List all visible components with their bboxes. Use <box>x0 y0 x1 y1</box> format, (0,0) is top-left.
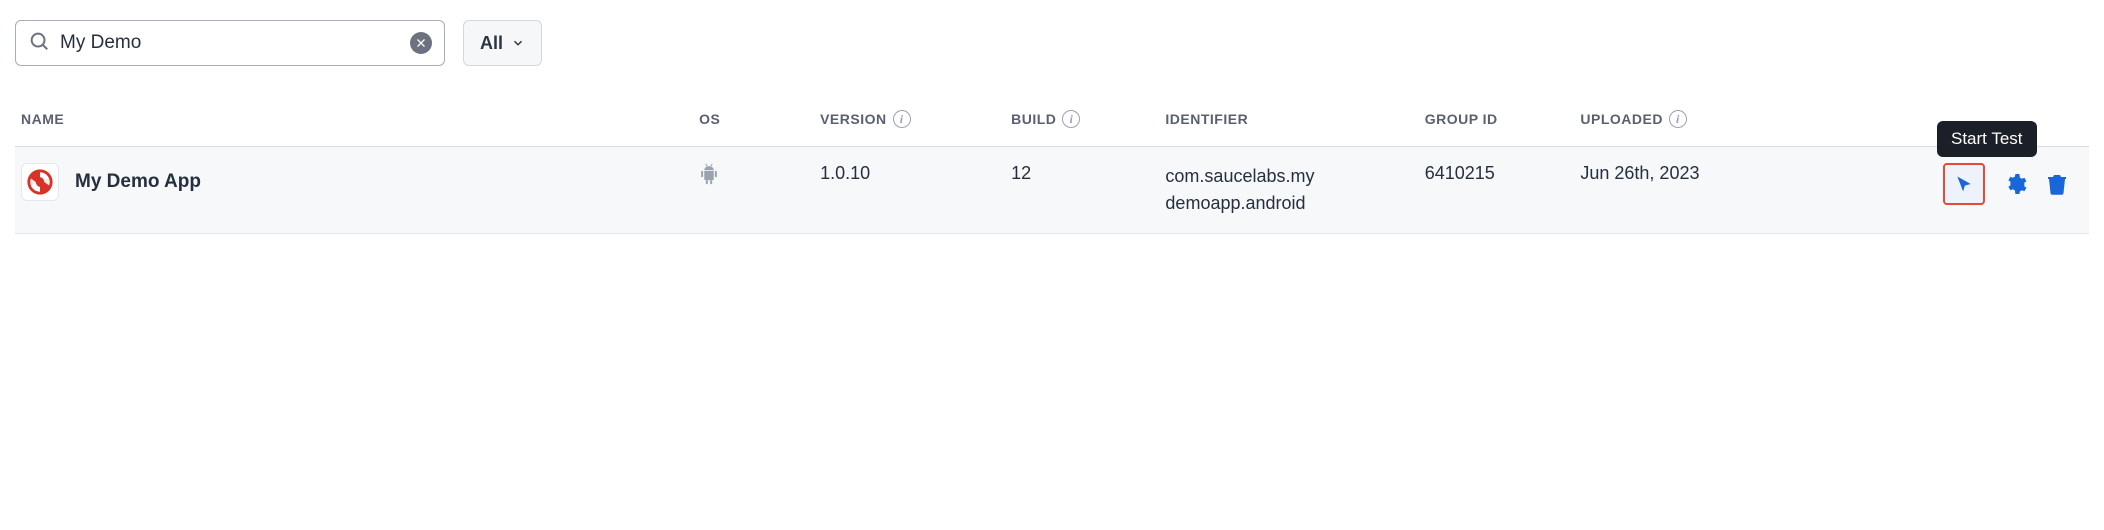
build-value: 12 <box>1011 163 1031 183</box>
search-box[interactable] <box>15 20 445 66</box>
info-icon[interactable]: i <box>1062 110 1080 128</box>
col-build: BUILD <box>1011 111 1056 127</box>
col-uploaded: UPLOADED <box>1580 111 1663 127</box>
info-icon[interactable]: i <box>1669 110 1687 128</box>
android-icon <box>699 169 719 189</box>
col-identifier: IDENTIFIER <box>1165 111 1248 127</box>
info-icon[interactable]: i <box>893 110 911 128</box>
table-row: My Demo App 1.0.10 <box>15 147 2089 234</box>
trash-icon <box>2045 172 2069 196</box>
identifier-value: com.saucelabs.mydemoapp.android <box>1165 163 1315 217</box>
group-id-value: 6410215 <box>1425 163 1495 183</box>
top-bar: All <box>15 20 2089 66</box>
app-icon <box>21 163 59 201</box>
search-icon <box>28 30 50 57</box>
delete-button[interactable] <box>2045 172 2069 196</box>
settings-button[interactable] <box>2003 172 2027 196</box>
chevron-down-icon <box>511 36 525 50</box>
search-input[interactable] <box>60 32 400 54</box>
version-value: 1.0.10 <box>820 163 870 183</box>
apps-table: NAME OS VERSION i BUILD i IDENTIFIER GROUP… <box>15 96 2089 234</box>
filter-label: All <box>480 33 503 54</box>
filter-dropdown[interactable]: All <box>463 20 542 66</box>
clear-search-icon[interactable] <box>410 32 432 54</box>
row-actions: Start Test <box>1805 163 2079 205</box>
col-version: VERSION <box>820 111 887 127</box>
tooltip: Start Test <box>1937 121 2037 157</box>
col-os: OS <box>699 111 720 127</box>
col-group-id: GROUP ID <box>1425 111 1498 127</box>
app-name: My Demo App <box>75 171 201 193</box>
start-test-button[interactable]: Start Test <box>1943 163 1985 205</box>
uploaded-value: Jun 26th, 2023 <box>1580 163 1699 183</box>
col-name: NAME <box>21 111 64 127</box>
cursor-icon <box>1954 174 1974 194</box>
gear-icon <box>2003 172 2027 196</box>
